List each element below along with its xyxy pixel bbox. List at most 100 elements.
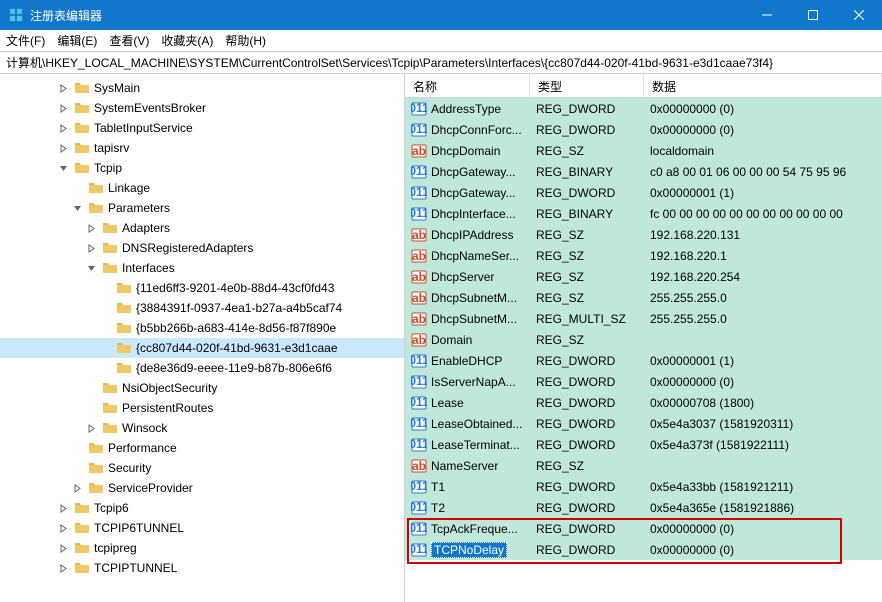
menu-favorites[interactable]: 收藏夹(A)	[161, 32, 213, 49]
menu-help[interactable]: 帮助(H)	[225, 32, 266, 49]
titlebar[interactable]: 注册表编辑器	[0, 0, 882, 30]
tree-toggle-icon[interactable]	[56, 521, 70, 535]
tree-node[interactable]: Performance	[0, 438, 404, 458]
list-row[interactable]: 011LeaseREG_DWORD0x00000708 (1800)	[405, 392, 882, 413]
tree-node[interactable]: TCPIPTUNNEL	[0, 558, 404, 578]
svg-text:011: 011	[411, 416, 427, 430]
list-row[interactable]: abDomainREG_SZ	[405, 329, 882, 350]
list-row[interactable]: 011T1REG_DWORD0x5e4a33bb (1581921211)	[405, 476, 882, 497]
tree-node[interactable]: TabletInputService	[0, 118, 404, 138]
tree-node[interactable]: {11ed6ff3-9201-4e0b-88d4-43cf0fd43	[0, 278, 404, 298]
tree-label: DNSRegisteredAdapters	[122, 241, 253, 255]
cell-type: REG_SZ	[530, 228, 644, 242]
list-row[interactable]: 011DhcpGateway...REG_BINARYc0 a8 00 01 0…	[405, 161, 882, 182]
close-button[interactable]	[836, 0, 882, 30]
svg-text:011: 011	[411, 353, 427, 367]
tree-toggle-icon[interactable]	[56, 161, 70, 175]
list-row[interactable]: 011T2REG_DWORD0x5e4a365e (1581921886)	[405, 497, 882, 518]
column-header-data[interactable]: 数据	[644, 74, 882, 97]
tree-toggle-icon[interactable]	[84, 421, 98, 435]
cell-name: abDhcpSubnetM...	[405, 290, 530, 306]
cell-name: 011IsServerNapA...	[405, 374, 530, 390]
tree-node[interactable]: {3884391f-0937-4ea1-b27a-a4b5caf74	[0, 298, 404, 318]
tree-toggle-icon[interactable]	[70, 201, 84, 215]
list-row[interactable]: abDhcpNameSer...REG_SZ192.168.220.1	[405, 245, 882, 266]
tree-label: {de8e36d9-eeee-11e9-b87b-806e6f6	[136, 361, 332, 375]
list-row[interactable]: 011LeaseObtained...REG_DWORD0x5e4a3037 (…	[405, 413, 882, 434]
tree-node[interactable]: {cc807d44-020f-41bd-9631-e3d1caae	[0, 338, 404, 358]
menu-view[interactable]: 查看(V)	[109, 32, 149, 49]
list-row[interactable]: 011AddressTypeREG_DWORD0x00000000 (0)	[405, 98, 882, 119]
tree-toggle-icon[interactable]	[84, 241, 98, 255]
cell-data: 192.168.220.131	[644, 228, 882, 242]
list-row[interactable]: abDhcpIPAddressREG_SZ192.168.220.131	[405, 224, 882, 245]
tree-toggle-icon[interactable]	[56, 541, 70, 555]
cell-name: 011AddressType	[405, 101, 530, 117]
tree-toggle-icon[interactable]	[56, 501, 70, 515]
svg-text:011: 011	[411, 206, 427, 220]
tree-node[interactable]: Tcpip6	[0, 498, 404, 518]
tree-node[interactable]: NsiObjectSecurity	[0, 378, 404, 398]
menu-file[interactable]: 文件(F)	[6, 32, 45, 49]
tree-label: {3884391f-0937-4ea1-b27a-a4b5caf74	[136, 301, 342, 315]
addressbar[interactable]: 计算机\HKEY_LOCAL_MACHINE\SYSTEM\CurrentCon…	[0, 52, 882, 74]
list-row[interactable]: 011TcpAckFreque...REG_DWORD0x00000000 (0…	[405, 518, 882, 539]
list-row[interactable]: abDhcpDomainREG_SZlocaldomain	[405, 140, 882, 161]
list-row[interactable]: 011TCPNoDelayREG_DWORD0x00000000 (0)	[405, 539, 882, 560]
column-header-name[interactable]: 名称	[405, 74, 530, 97]
tree-node[interactable]: tapisrv	[0, 138, 404, 158]
tree-node[interactable]: Tcpip	[0, 158, 404, 178]
list-row[interactable]: 011DhcpConnForc...REG_DWORD0x00000000 (0…	[405, 119, 882, 140]
list-row[interactable]: 011IsServerNapA...REG_DWORD0x00000000 (0…	[405, 371, 882, 392]
tree-node[interactable]: SysMain	[0, 78, 404, 98]
tree-label: NsiObjectSecurity	[122, 381, 217, 395]
tree-label: SystemEventsBroker	[94, 101, 206, 115]
tree-toggle-icon[interactable]	[56, 81, 70, 95]
tree-node[interactable]: DNSRegisteredAdapters	[0, 238, 404, 258]
list-row[interactable]: abDhcpSubnetM...REG_MULTI_SZ255.255.255.…	[405, 308, 882, 329]
tree-toggle-icon[interactable]	[56, 121, 70, 135]
maximize-button[interactable]	[790, 0, 836, 30]
tree-toggle-icon[interactable]	[84, 221, 98, 235]
cell-name: abDhcpNameSer...	[405, 248, 530, 264]
tree-node[interactable]: Security	[0, 458, 404, 478]
tree-node[interactable]: ServiceProvider	[0, 478, 404, 498]
list-pane[interactable]: 名称 类型 数据 011AddressTypeREG_DWORD0x000000…	[405, 74, 882, 602]
tree-node[interactable]: Interfaces	[0, 258, 404, 278]
tree-node[interactable]: TCPIP6TUNNEL	[0, 518, 404, 538]
tree-node[interactable]: Linkage	[0, 178, 404, 198]
tree-label: tapisrv	[94, 141, 129, 155]
list-row[interactable]: abDhcpServerREG_SZ192.168.220.254	[405, 266, 882, 287]
tree-toggle-icon[interactable]	[56, 101, 70, 115]
cell-type: REG_SZ	[530, 291, 644, 305]
svg-text:ab: ab	[412, 333, 426, 347]
list-row[interactable]: abNameServerREG_SZ	[405, 455, 882, 476]
list-row[interactable]: 011LeaseTerminat...REG_DWORD0x5e4a373f (…	[405, 434, 882, 455]
list-row[interactable]: 011DhcpInterface...REG_BINARYfc 00 00 00…	[405, 203, 882, 224]
cell-type: REG_DWORD	[530, 375, 644, 389]
tree-toggle-icon[interactable]	[70, 481, 84, 495]
list-row[interactable]: abDhcpSubnetM...REG_SZ255.255.255.0	[405, 287, 882, 308]
tree-node[interactable]: Parameters	[0, 198, 404, 218]
tree-toggle-icon[interactable]	[84, 261, 98, 275]
tree-node[interactable]: SystemEventsBroker	[0, 98, 404, 118]
cell-data: 0x5e4a33bb (1581921211)	[644, 480, 882, 494]
tree-node[interactable]: {b5bb266b-a683-414e-8d56-f87f890e	[0, 318, 404, 338]
list-row[interactable]: 011EnableDHCPREG_DWORD0x00000001 (1)	[405, 350, 882, 371]
tree-toggle-icon[interactable]	[56, 141, 70, 155]
tree-node[interactable]: Winsock	[0, 418, 404, 438]
tree-node[interactable]: {de8e36d9-eeee-11e9-b87b-806e6f6	[0, 358, 404, 378]
cell-data: 0x00000000 (0)	[644, 522, 882, 536]
tree-pane[interactable]: SysMain SystemEventsBroker TabletInputServ…	[0, 74, 405, 602]
window-controls	[744, 0, 882, 30]
minimize-button[interactable]	[744, 0, 790, 30]
svg-text:011: 011	[411, 521, 427, 535]
tree-node[interactable]: tcpipreg	[0, 538, 404, 558]
menu-edit[interactable]: 编辑(E)	[57, 32, 97, 49]
column-header-type[interactable]: 类型	[530, 74, 644, 97]
tree-node[interactable]: PersistentRoutes	[0, 398, 404, 418]
tree-node[interactable]: Adapters	[0, 218, 404, 238]
tree-label: {cc807d44-020f-41bd-9631-e3d1caae	[136, 341, 338, 355]
list-row[interactable]: 011DhcpGateway...REG_DWORD0x00000001 (1)	[405, 182, 882, 203]
tree-toggle-icon[interactable]	[56, 561, 70, 575]
